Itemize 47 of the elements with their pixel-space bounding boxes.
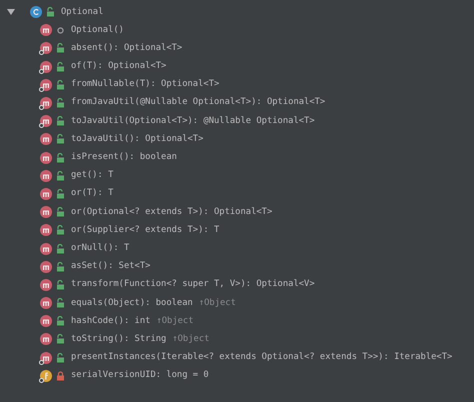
unlocked-icon [56,43,65,54]
tree-item-label[interactable]: or(T): T [71,187,114,201]
inherited-from-label: ↑Object [198,296,236,310]
unlocked-icon [56,262,65,272]
unlocked-icon [56,98,65,108]
unlocked-icon [46,7,55,18]
unlocked-icon [56,62,65,72]
tree-item-label[interactable]: get(): T [71,169,114,182]
tree-item-label[interactable]: Optional [61,6,104,19]
tree-item-label[interactable]: of(T): Optional<T> [71,60,166,74]
lock-icon [56,370,65,381]
unlocked-icon [56,225,65,236]
tree-item-label[interactable]: fromNullable(T): Optional<T> [71,78,220,92]
unlocked-icon [56,134,65,144]
unlocked-icon [56,170,65,181]
inherited-from-label: ↑Object [156,314,194,328]
unlocked-icon [56,334,65,344]
unlocked-icon [56,207,65,218]
unlocked-icon [56,116,65,126]
tree-item-label[interactable]: asSet(): Set<T> [71,260,150,274]
unlocked-icon [56,80,65,90]
inherited-from-label: ↑Object [172,332,210,346]
tree-item-label[interactable]: toJavaUtil(Optional<T>): @Nullable Optional<T> [71,114,315,128]
tree-item-label[interactable]: fromJavaUtil(@Nullable Optional<T>): Optional<T> [71,96,326,110]
tree-item-label[interactable]: Optional() [71,24,124,37]
dot-icon [57,26,64,34]
unlocked-icon [56,352,65,363]
unlocked-icon [56,244,65,254]
tree-item-label[interactable]: hashCode(): int [71,314,150,328]
tree-item-label[interactable]: or(Optional<? extends T>): Optional<T> [71,206,272,219]
tree-item-label[interactable]: transform(Function<? super T, V>): Optional<V> [71,278,315,292]
tree-item-label[interactable]: absent(): Optional<T> [71,42,182,56]
tree-item-label[interactable]: toJavaUtil(): Optional<T> [71,132,204,146]
tree-item-label[interactable]: or(Supplier<? extends T>): T [71,224,220,237]
tree-item-label[interactable]: orNull(): T [71,242,130,256]
tree-item-label[interactable]: equals(Object): boolean [71,296,193,310]
tree-item-label[interactable]: serialVersionUID: long = 0 [71,369,209,382]
unlocked-icon [56,280,65,290]
expanded-arrow-icon[interactable] [6,7,16,18]
class-icon [29,5,43,20]
tree-item-label[interactable]: toString(): String [71,332,166,346]
tree-item-label[interactable]: presentInstances(Iterable<? extends Optional<? extends T>>): Iterable<T> [71,351,452,364]
unlocked-icon [56,188,65,199]
unlocked-icon [56,298,65,308]
unlocked-icon [56,152,65,163]
tree-item-label[interactable]: isPresent(): boolean [71,151,177,164]
unlocked-icon [56,316,65,326]
